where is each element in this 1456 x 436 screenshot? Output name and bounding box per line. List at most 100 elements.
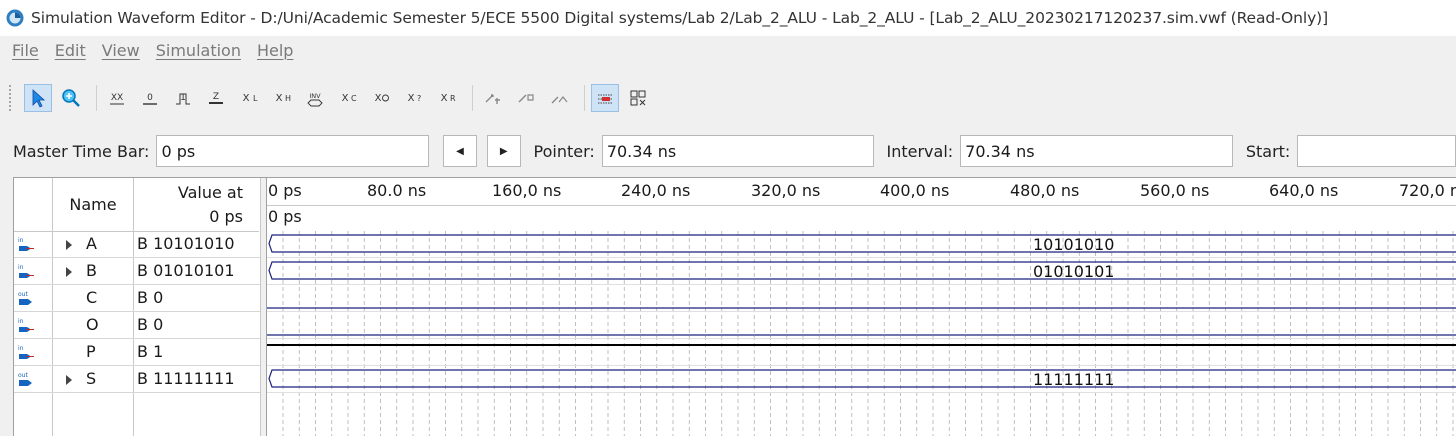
find-icon bbox=[551, 96, 568, 104]
forcing-high-button[interactable]: 1 bbox=[169, 84, 197, 112]
signal-row[interactable]: in P B 1 bbox=[14, 339, 260, 366]
arrow-left-icon: ◀ bbox=[456, 145, 464, 157]
invert-icon: INV bbox=[307, 92, 323, 107]
snap-to-grid-button[interactable] bbox=[479, 84, 507, 112]
menu-help[interactable]: Help bbox=[257, 41, 293, 60]
svg-text:out: out bbox=[18, 372, 28, 379]
weak-low-icon: XL bbox=[243, 93, 258, 104]
find-button[interactable] bbox=[545, 84, 573, 112]
value-column-header[interactable]: Value at 0 ps bbox=[134, 178, 259, 231]
bus-waveform bbox=[268, 369, 1456, 388]
arrow-right-icon: ▶ bbox=[499, 145, 508, 157]
toolbar-grip[interactable] bbox=[8, 84, 12, 112]
previous-transition-button[interactable]: ◀ bbox=[443, 135, 477, 167]
svg-text:C: C bbox=[351, 94, 357, 103]
signal-name: S bbox=[86, 369, 97, 388]
pane-splitter[interactable] bbox=[260, 178, 267, 436]
count-value-icon: XC bbox=[342, 93, 357, 104]
signal-row[interactable]: in B B 01010101 bbox=[14, 258, 260, 285]
forcing-low-icon: 0 bbox=[143, 93, 157, 105]
pointer-tool-button[interactable] bbox=[24, 84, 52, 112]
svg-text:in: in bbox=[18, 318, 24, 325]
bus-value-label: 11111111 bbox=[1033, 370, 1114, 389]
input-pin-icon: in bbox=[18, 318, 34, 332]
overwrite-clock-button[interactable] bbox=[624, 84, 652, 112]
forcing-low-button[interactable]: 0 bbox=[136, 84, 164, 112]
clock-button[interactable]: X bbox=[367, 84, 395, 112]
signal-value: B 11111111 bbox=[137, 369, 235, 388]
zoom-icon bbox=[62, 89, 80, 107]
value-header-line2: 0 ps bbox=[209, 207, 243, 226]
svg-text:in: in bbox=[18, 264, 24, 271]
signal-value: B 1 bbox=[137, 342, 164, 361]
toolbar-separator bbox=[584, 85, 585, 111]
waveform-canvas[interactable]: 10101010 01010101 11111111 bbox=[267, 178, 1456, 436]
menu-file[interactable]: File bbox=[12, 41, 39, 60]
svg-text:X: X bbox=[375, 93, 382, 104]
menu-view[interactable]: View bbox=[102, 41, 140, 60]
svg-text:0: 0 bbox=[147, 93, 153, 103]
snap-to-grid-icon bbox=[485, 94, 500, 104]
value-header-line1: Value at bbox=[177, 183, 243, 202]
svg-text:XX: XX bbox=[111, 93, 123, 103]
expand-arrow-icon[interactable] bbox=[66, 375, 72, 385]
signal-value: B 01010101 bbox=[137, 261, 235, 280]
svg-text:X: X bbox=[441, 93, 448, 104]
waveform-B: 01010101 bbox=[268, 261, 1456, 281]
quartus-app-icon bbox=[6, 9, 24, 27]
signal-name: A bbox=[86, 234, 97, 253]
signal-table-header: Name Value at 0 ps bbox=[14, 178, 259, 232]
count-value-button[interactable]: XC bbox=[334, 84, 362, 112]
arbitrary-value-button[interactable]: X? bbox=[400, 84, 428, 112]
random-value-button[interactable]: XR bbox=[433, 84, 461, 112]
master-time-bar-label: Master Time Bar: bbox=[13, 141, 150, 161]
svg-text:?: ? bbox=[417, 94, 421, 103]
toolbar: XX 0 1 Z XL XH INV XC X X? XR bbox=[0, 76, 1456, 120]
pointer-field[interactable]: 70.34 ns bbox=[601, 135, 874, 167]
zoom-tool-button[interactable] bbox=[57, 84, 85, 112]
invert-button[interactable]: INV bbox=[301, 84, 329, 112]
high-impedance-button[interactable]: Z bbox=[202, 84, 230, 112]
signal-name: C bbox=[86, 288, 98, 307]
input-pin-icon: in bbox=[18, 237, 34, 251]
signal-value: B 0 bbox=[137, 288, 164, 307]
bus-value-label: 10101010 bbox=[1033, 235, 1114, 254]
bus-waveform bbox=[268, 234, 1456, 253]
signal-list: in A B 10101010 in B B 01010101 out C B 0 in O B 0i… bbox=[14, 231, 260, 393]
signal-value: B 0 bbox=[137, 315, 164, 334]
name-column-header[interactable]: Name bbox=[52, 178, 134, 231]
expand-arrow-icon[interactable] bbox=[66, 240, 72, 250]
master-time-bar-field[interactable]: 0 ps bbox=[156, 135, 430, 167]
signal-name: B bbox=[86, 261, 97, 280]
menu-bar: File Edit View Simulation Help bbox=[0, 36, 1456, 64]
svg-text:X: X bbox=[276, 93, 283, 104]
toolbar-separator bbox=[472, 85, 473, 111]
grid-options-icon bbox=[598, 94, 612, 104]
arbitrary-value-icon: X? bbox=[408, 93, 422, 104]
sort-button[interactable] bbox=[512, 84, 540, 112]
weak-low-button[interactable]: XL bbox=[235, 84, 263, 112]
next-transition-button[interactable]: ▶ bbox=[486, 135, 521, 167]
signal-row[interactable]: out S B 11111111 bbox=[14, 366, 260, 393]
grid-options-button[interactable] bbox=[591, 84, 619, 112]
bus-waveform bbox=[268, 261, 1456, 280]
menu-edit[interactable]: Edit bbox=[55, 41, 86, 60]
svg-text:L: L bbox=[253, 94, 258, 103]
signal-row[interactable]: in O B 0 bbox=[14, 312, 260, 339]
random-value-icon: XR bbox=[441, 93, 456, 104]
forcing-unknown-button[interactable]: XX bbox=[103, 84, 131, 112]
high-impedance-icon: Z bbox=[209, 92, 223, 104]
waveform-area[interactable]: 0 ps 80.0 ns 160,0 ns 240,0 ns 320,0 ns 400,0… bbox=[267, 178, 1456, 436]
input-pin-icon: in bbox=[18, 264, 34, 278]
expand-arrow-icon[interactable] bbox=[66, 267, 72, 277]
overwrite-clock-icon bbox=[630, 90, 646, 106]
waveform-A: 10101010 bbox=[268, 234, 1456, 254]
signal-row[interactable]: in A B 10101010 bbox=[14, 231, 260, 258]
start-field[interactable] bbox=[1297, 135, 1456, 167]
signal-row[interactable]: out C B 0 bbox=[14, 285, 260, 312]
svg-text:X: X bbox=[342, 93, 349, 104]
weak-high-button[interactable]: XH bbox=[268, 84, 296, 112]
menu-simulation[interactable]: Simulation bbox=[156, 41, 241, 60]
interval-field[interactable]: 70.34 ns bbox=[960, 135, 1233, 167]
svg-text:INV: INV bbox=[309, 92, 321, 100]
